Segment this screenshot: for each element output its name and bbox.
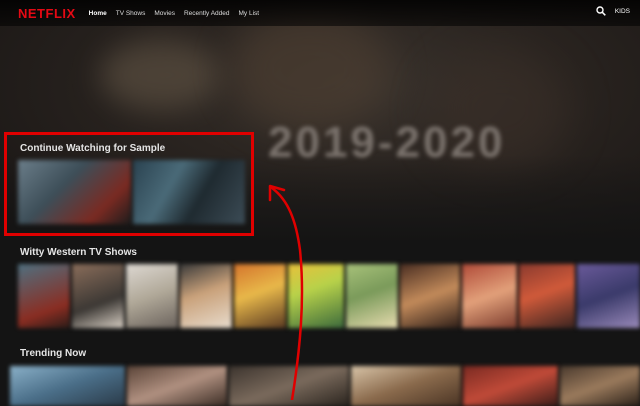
nav-link-movies[interactable]: Movies (154, 10, 175, 17)
annotation-highlight-box (4, 132, 254, 236)
title-tile[interactable] (127, 366, 227, 406)
nav-links: Home TV Shows Movies Recently Added My L… (89, 10, 268, 17)
nav-link-my-list[interactable]: My List (239, 10, 260, 17)
hero-artwork (230, 10, 390, 130)
row-title-trending: Trending Now (20, 348, 87, 359)
title-tile[interactable] (351, 366, 461, 406)
title-tile[interactable] (126, 264, 178, 328)
nav-link-home[interactable]: Home (89, 10, 107, 17)
kids-link[interactable]: KIDS (615, 8, 630, 15)
title-tile[interactable] (180, 264, 232, 328)
netflix-logo[interactable]: NETFLIX (18, 6, 76, 21)
nav-link-recently-added[interactable]: Recently Added (184, 10, 230, 17)
title-tile[interactable] (400, 264, 460, 328)
row-title-witty-western: Witty Western TV Shows (20, 247, 137, 258)
title-tile[interactable] (463, 366, 558, 406)
top-navbar: NETFLIX Home TV Shows Movies Recently Ad… (0, 0, 640, 26)
title-tile[interactable] (10, 366, 125, 406)
title-tile[interactable] (72, 264, 124, 328)
title-tile[interactable] (346, 264, 398, 328)
search-icon[interactable] (596, 6, 606, 16)
title-tile[interactable] (18, 264, 70, 328)
title-tile[interactable] (234, 264, 286, 328)
title-tile[interactable] (288, 264, 344, 328)
nav-right: KIDS (596, 6, 634, 16)
nav-link-tv-shows[interactable]: TV Shows (116, 10, 146, 17)
title-tile[interactable] (462, 264, 517, 328)
title-tile[interactable] (560, 366, 640, 406)
hero-artwork (100, 40, 220, 110)
title-tile[interactable] (577, 264, 640, 328)
title-tile[interactable] (229, 366, 349, 406)
title-tile[interactable] (519, 264, 575, 328)
